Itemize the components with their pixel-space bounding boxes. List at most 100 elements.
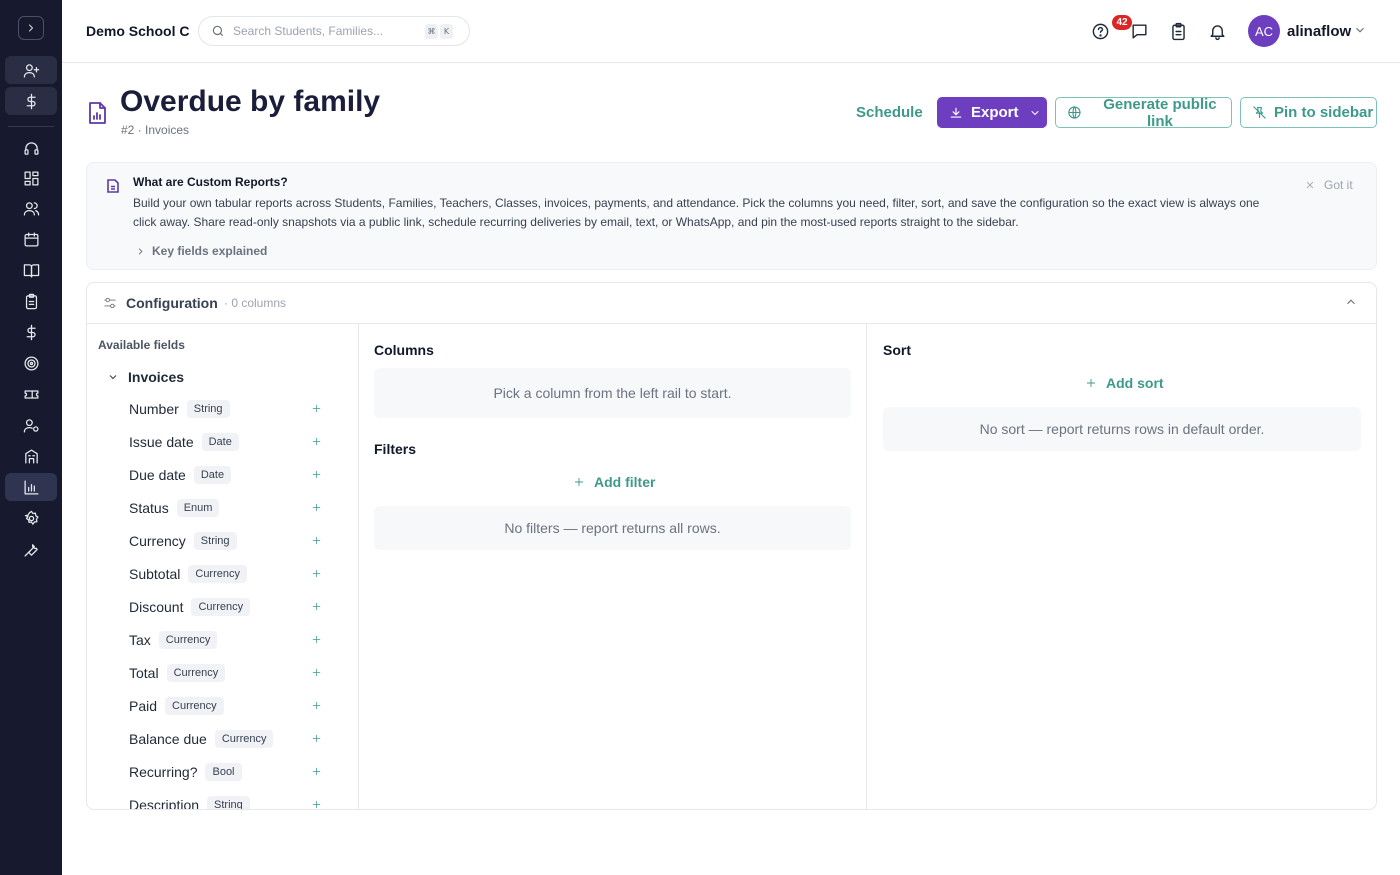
search-box[interactable]: ⌘ K xyxy=(198,16,470,46)
sliders-icon xyxy=(103,296,117,315)
add-field-icon[interactable] xyxy=(311,632,325,646)
add-field-icon[interactable] xyxy=(311,665,325,679)
left-rail xyxy=(0,0,62,875)
generate-public-link-button[interactable]: Generate public link xyxy=(1055,96,1232,130)
add-field-icon[interactable] xyxy=(311,500,325,514)
field-row[interactable]: Subtotal Currency xyxy=(129,562,329,586)
field-row[interactable]: Tax Currency xyxy=(129,628,329,652)
chevron-right-icon xyxy=(29,24,33,32)
add-field-icon[interactable] xyxy=(311,797,325,809)
add-field-icon[interactable] xyxy=(311,731,325,745)
target-icon xyxy=(23,355,39,371)
pin-to-sidebar-button[interactable]: Pin to sidebar xyxy=(1240,97,1377,128)
tasks-button[interactable] xyxy=(1167,20,1189,42)
shortcut-key: K xyxy=(440,23,453,39)
rail-goals[interactable] xyxy=(5,349,57,377)
collapse-configuration-button[interactable] xyxy=(1344,295,1358,314)
columns-title: Columns xyxy=(374,342,434,358)
user-plus-icon xyxy=(23,63,39,78)
users-icon xyxy=(23,201,39,216)
document-icon xyxy=(107,179,119,198)
dismiss-info-button[interactable]: Got it xyxy=(1305,178,1353,192)
rail-tools[interactable] xyxy=(5,535,57,563)
add-field-icon[interactable] xyxy=(311,698,325,712)
building-icon xyxy=(24,448,38,464)
pin-off-icon xyxy=(1253,106,1266,119)
top-bar: Demo School C ⌘ K 42 AC alinaflow xyxy=(62,0,1400,63)
add-filter-button[interactable]: Add filter xyxy=(573,474,655,490)
rail-events[interactable] xyxy=(5,380,57,408)
rail-school[interactable] xyxy=(5,442,57,470)
field-type-badge: Currency xyxy=(158,631,218,649)
export-button[interactable]: Export xyxy=(937,97,1047,128)
rail-support[interactable] xyxy=(5,134,57,162)
field-row[interactable]: Issue date Date xyxy=(129,430,329,454)
key-fields-toggle[interactable]: Key fields explained xyxy=(135,244,267,258)
field-type-badge: String xyxy=(186,400,230,418)
sort-title: Sort xyxy=(883,342,911,358)
add-sort-button[interactable]: Add sort xyxy=(1085,375,1164,391)
chevron-down-icon xyxy=(109,375,117,380)
field-type-badge: Date xyxy=(201,433,239,451)
add-field-icon[interactable] xyxy=(311,764,325,778)
rail-reports[interactable] xyxy=(5,473,57,501)
chevron-down-icon xyxy=(1031,110,1039,115)
notifications-button[interactable] xyxy=(1206,20,1228,42)
add-sort-label: Add sort xyxy=(1106,375,1164,391)
expand-sidebar-button[interactable] xyxy=(18,16,44,40)
dismiss-label: Got it xyxy=(1324,178,1353,192)
rail-attendance[interactable] xyxy=(5,287,57,315)
rail-add-student[interactable] xyxy=(5,56,57,84)
schedule-button[interactable]: Schedule xyxy=(856,104,923,121)
rail-billing[interactable] xyxy=(5,318,57,346)
rail-students[interactable] xyxy=(5,194,57,222)
add-field-icon[interactable] xyxy=(311,533,325,547)
search-input[interactable] xyxy=(233,24,423,38)
configuration-header[interactable]: Configuration · 0 columns xyxy=(87,283,1376,324)
field-row[interactable]: Paid Currency xyxy=(129,694,329,718)
field-name: Paid xyxy=(129,698,158,714)
rail-dashboard[interactable] xyxy=(5,164,57,192)
add-field-icon[interactable] xyxy=(311,401,325,415)
headset-icon xyxy=(23,141,39,155)
help-button[interactable] xyxy=(1089,20,1111,42)
school-name[interactable]: Demo School C xyxy=(86,23,189,39)
task-count-badge: 42 xyxy=(1112,15,1132,30)
avatar[interactable]: AC xyxy=(1248,15,1280,47)
rail-calendar[interactable] xyxy=(5,225,57,253)
field-name: Total xyxy=(129,665,159,681)
username[interactable]: alinaflow xyxy=(1287,23,1351,40)
user-menu-toggle[interactable] xyxy=(1353,23,1367,42)
add-field-icon[interactable] xyxy=(311,599,325,613)
field-name: Due date xyxy=(129,467,186,483)
add-field-icon[interactable] xyxy=(311,467,325,481)
field-group-invoices[interactable]: Invoices xyxy=(107,369,184,385)
field-row[interactable]: Recurring? Bool xyxy=(129,760,329,784)
close-icon xyxy=(1306,181,1314,189)
chevron-up-icon xyxy=(1347,299,1355,305)
rail-classes[interactable] xyxy=(5,256,57,284)
field-type-badge: Bool xyxy=(205,763,242,781)
add-field-icon[interactable] xyxy=(311,566,325,580)
field-row[interactable]: Description String xyxy=(129,793,329,809)
field-row[interactable]: Due date Date xyxy=(129,463,329,487)
rail-add-payment[interactable] xyxy=(5,87,57,115)
ticket-icon xyxy=(23,389,39,399)
dollar-icon xyxy=(26,93,36,109)
add-field-icon[interactable] xyxy=(311,434,325,448)
configuration-panel: Configuration · 0 columns Available fiel… xyxy=(86,282,1377,810)
field-type-badge: String xyxy=(207,796,250,809)
field-row[interactable]: Currency String xyxy=(129,529,329,553)
configuration-title: Configuration xyxy=(126,295,218,311)
field-row[interactable]: Number String xyxy=(129,397,329,421)
field-row[interactable]: Status Enum xyxy=(129,496,329,520)
field-name: Status xyxy=(129,500,169,516)
rail-settings[interactable] xyxy=(5,504,57,532)
chart-icon xyxy=(23,479,39,495)
message-icon xyxy=(1131,23,1147,39)
field-row[interactable]: Balance due Currency xyxy=(129,727,329,751)
rail-staff[interactable] xyxy=(5,411,57,439)
chevron-down-icon xyxy=(1356,27,1364,33)
field-row[interactable]: Total Currency xyxy=(129,661,329,685)
field-row[interactable]: Discount Currency xyxy=(129,595,329,619)
